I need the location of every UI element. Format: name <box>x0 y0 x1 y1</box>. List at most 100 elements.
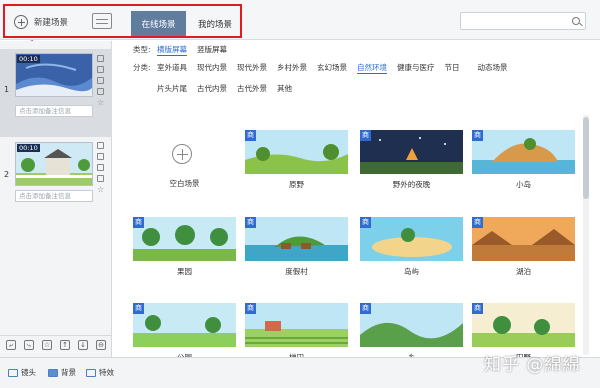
slide-side-actions: ☆ <box>97 142 107 197</box>
paste-icon[interactable] <box>97 153 104 160</box>
slide-panel: 1 00:10 点击添加备注信息 ☆ + 2 <box>0 41 112 388</box>
scroll-thumb[interactable] <box>583 117 589 199</box>
scene-scrollbar[interactable] <box>583 115 589 355</box>
category-item[interactable]: 古代内景 <box>197 83 227 94</box>
new-scene-label: 新建场景 <box>34 18 69 28</box>
watermark: 知乎 @綿綿 <box>484 355 581 375</box>
search-icon[interactable] <box>572 17 580 25</box>
premium-badge: 商 <box>245 217 256 228</box>
premium-badge: 商 <box>245 130 256 141</box>
slide-note-field[interactable]: 点击添加备注信息 <box>15 105 93 117</box>
slide-thumbnail[interactable]: 00:10 <box>15 53 93 97</box>
slide-note-field[interactable]: 点击添加备注信息 <box>15 190 93 202</box>
slide-side-actions: ☆ <box>97 55 107 110</box>
search-input[interactable] <box>465 15 565 27</box>
slide-number: 1 <box>4 85 10 94</box>
effect-label: 特效 <box>99 368 114 377</box>
filter-portrait[interactable]: 竖版屏幕 <box>197 44 227 56</box>
scene-thumbnail <box>360 217 463 261</box>
effect-icon <box>86 368 96 377</box>
undo-icon[interactable]: ⤶ <box>6 339 16 350</box>
redo-icon[interactable]: ⤷ <box>24 339 34 350</box>
camera-label: 镜头 <box>21 368 36 377</box>
category-item[interactable]: 室外道具 <box>157 62 187 74</box>
tab-online-scenes[interactable]: 在线场景 <box>131 11 186 37</box>
search-box[interactable] <box>460 12 586 30</box>
slide-duration: 00:10 <box>17 55 40 63</box>
scene-title: 原野 <box>289 180 304 189</box>
slide-item[interactable]: 2 00:10 点击添加备注信息 ☆ <box>0 138 112 218</box>
scene-title: 果园 <box>177 267 192 276</box>
scene-thumbnail <box>245 303 348 347</box>
delete-icon[interactable] <box>97 164 104 171</box>
premium-badge: 商 <box>360 130 371 141</box>
premium-badge: 商 <box>360 303 371 314</box>
scene-thumbnail <box>133 303 236 347</box>
premium-badge: 商 <box>133 217 144 228</box>
category-item[interactable]: 其他 <box>277 83 292 94</box>
scene-title: 岛屿 <box>404 267 419 276</box>
scene-title: 小岛 <box>516 180 531 189</box>
background-label: 背景 <box>61 368 76 377</box>
category-item[interactable]: 玄幻场景 <box>317 62 347 74</box>
category-item[interactable]: 现代内景 <box>197 62 227 74</box>
blank-scene-label[interactable]: 空白场景 <box>133 178 236 189</box>
slide-number: 2 <box>4 170 10 179</box>
slide-toolbar: ⤶ ⤷ ☆ ↑ ↓ ⊖ <box>0 335 112 353</box>
category-item[interactable]: 片头片尾 <box>157 83 187 94</box>
slide-duration: 00:10 <box>17 144 40 152</box>
scene-title: 野外的夜晚 <box>392 180 431 189</box>
camera-icon <box>8 368 18 377</box>
type-filter-row: 类型: 横版屏幕 竖版屏幕 <box>133 44 237 56</box>
layout-toggle-icon[interactable] <box>92 13 112 29</box>
category-item[interactable]: 节日 <box>445 62 460 74</box>
camera-button[interactable]: 镜头 <box>8 367 36 378</box>
effect-button[interactable]: 特效 <box>86 367 114 378</box>
category-item[interactable]: 健康与医疗 <box>397 62 435 74</box>
category-filter-row: 分类: 室外道具 现代内景 现代外景 乡村外景 玄幻场景 自然环境 健康与医疗 … <box>133 62 518 74</box>
category-filter-row-2: 片头片尾 古代内景 古代外景 其他 <box>157 83 302 94</box>
rename-icon[interactable] <box>97 88 104 95</box>
scene-thumbnail <box>133 217 236 261</box>
slide-item[interactable]: 1 00:10 点击添加备注信息 ☆ <box>0 49 112 137</box>
background-button[interactable]: 背景 <box>48 367 76 378</box>
paste-icon[interactable] <box>97 66 104 73</box>
scene-thumbnail <box>360 303 463 347</box>
scene-thumbnail <box>245 130 348 174</box>
scene-title: 湖泊 <box>516 267 531 276</box>
star-icon[interactable]: ☆ <box>97 99 104 107</box>
add-blank-scene-icon[interactable] <box>172 144 192 164</box>
category-label: 分类: <box>133 63 151 72</box>
top-toolbar: 新建场景 在线场景 我的场景 <box>0 0 600 40</box>
copy-icon[interactable] <box>97 142 104 149</box>
scene-thumbnail <box>472 303 575 347</box>
rename-icon[interactable] <box>97 175 104 182</box>
category-item[interactable]: 古代外景 <box>237 83 267 94</box>
premium-badge: 商 <box>360 217 371 228</box>
scene-title: 度假村 <box>285 267 308 276</box>
background-icon <box>48 368 58 377</box>
premium-badge: 商 <box>472 217 483 228</box>
favorite-icon[interactable]: ☆ <box>42 339 52 350</box>
scene-thumbnail <box>472 130 575 174</box>
delete-icon[interactable] <box>97 77 104 84</box>
star-icon[interactable]: ☆ <box>97 186 104 194</box>
slide-thumbnail[interactable]: 00:10 <box>15 142 93 186</box>
plus-circle-icon <box>14 15 28 29</box>
type-label: 类型: <box>133 45 151 54</box>
premium-badge: 商 <box>133 303 144 314</box>
category-item-active[interactable]: 自然环境 <box>357 62 387 74</box>
tab-my-scenes[interactable]: 我的场景 <box>190 11 240 37</box>
category-item[interactable]: 现代外景 <box>237 62 267 74</box>
new-scene-button[interactable]: 新建场景 <box>14 13 68 31</box>
filter-landscape[interactable]: 横版屏幕 <box>157 44 187 56</box>
copy-icon[interactable] <box>97 55 104 62</box>
scene-thumbnail <box>360 130 463 174</box>
category-item[interactable]: 动态场景 <box>478 62 508 74</box>
remove-icon[interactable]: ⊖ <box>96 339 106 350</box>
category-item[interactable]: 乡村外景 <box>277 62 307 74</box>
premium-badge: 商 <box>472 303 483 314</box>
move-down-icon[interactable]: ↓ <box>78 339 88 350</box>
move-up-icon[interactable]: ↑ <box>60 339 70 350</box>
scene-thumbnail <box>472 217 575 261</box>
